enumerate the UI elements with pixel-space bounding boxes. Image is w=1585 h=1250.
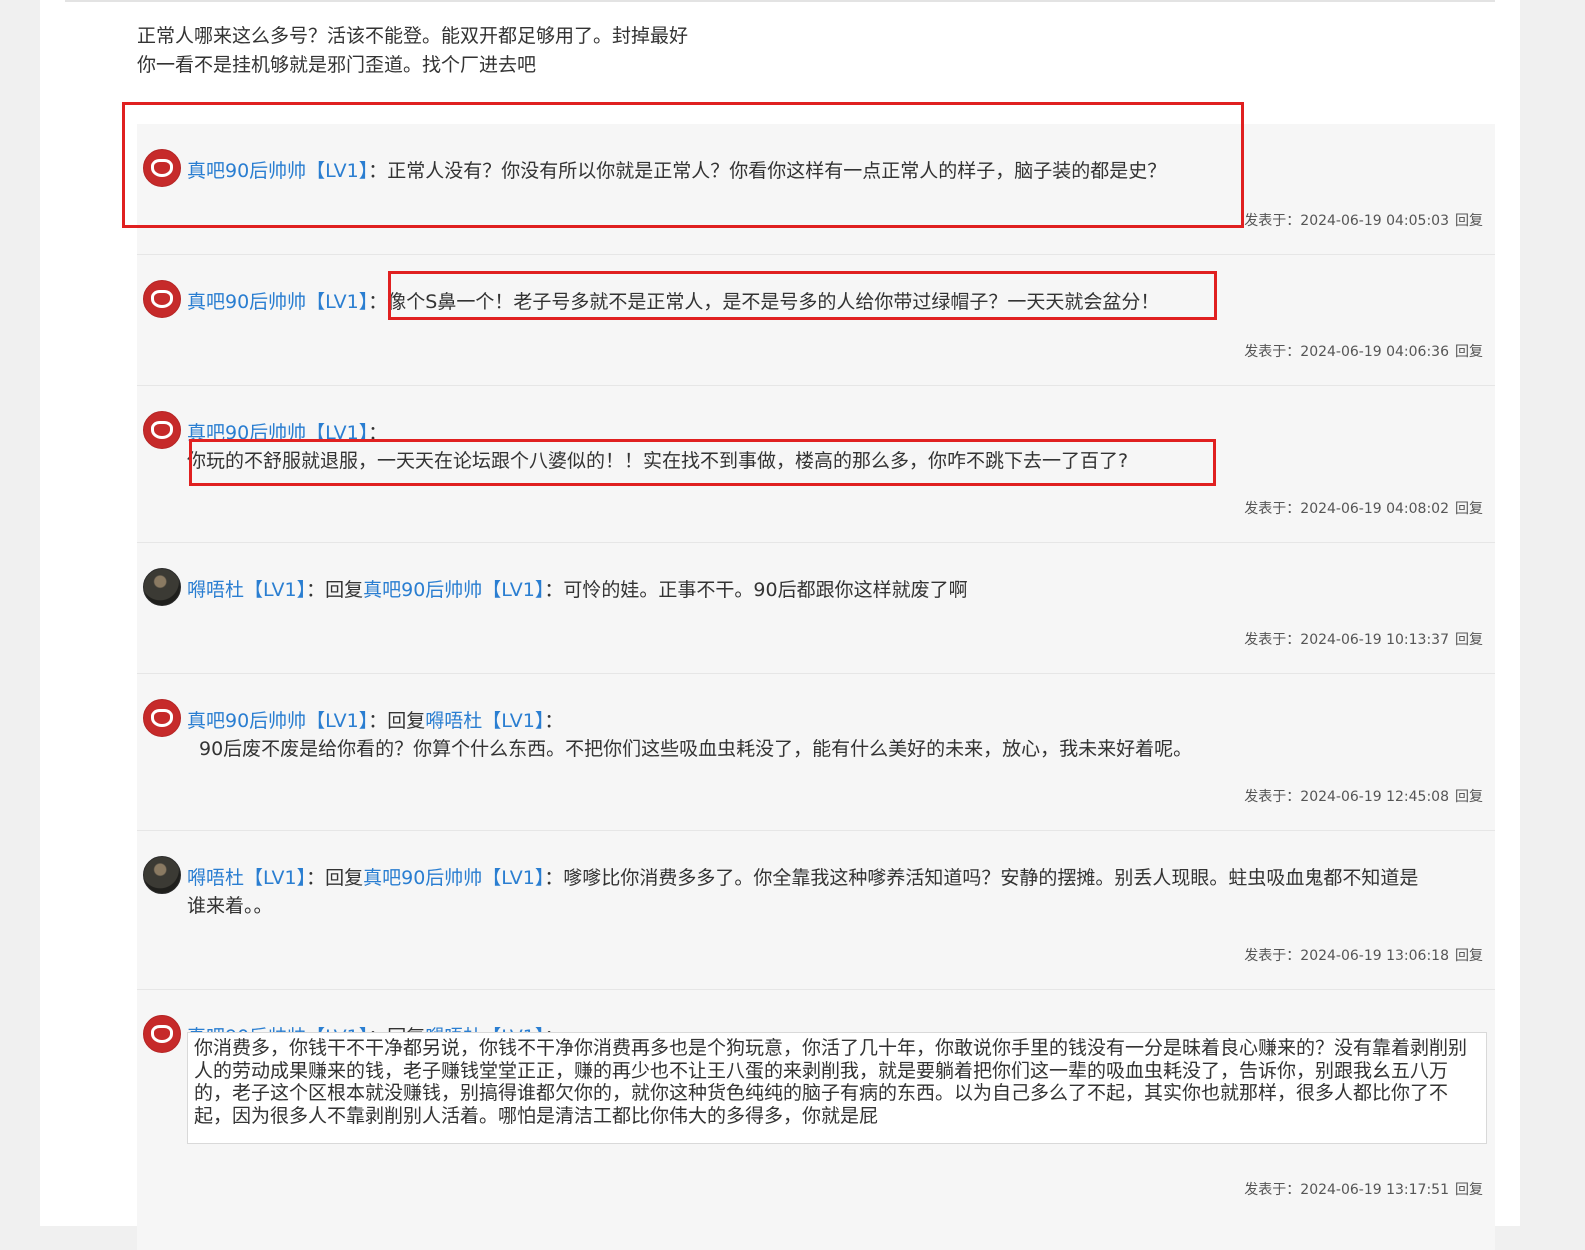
post-meta: 发表于：2024-06-19 04:05:03 回复: [1244, 210, 1483, 230]
reply-target-link[interactable]: 真吧90后帅帅【LV1】: [363, 867, 544, 889]
post-timestamp: 2024-06-19 12:45:08: [1300, 789, 1449, 805]
reply-text: 嗲嗲比你消费多多了。你全靠我这种嗲养活知道吗？安静的摆摊。别丢人现眼。蛀虫吸血鬼…: [563, 867, 1419, 889]
post-meta: 发表于：2024-06-19 12:45:08 回复: [1244, 786, 1483, 806]
posted-label: 发表于：: [1244, 1182, 1301, 1198]
reply-to-label: 回复: [387, 710, 426, 732]
reply-button[interactable]: 回复: [1455, 213, 1483, 229]
reply-target-link[interactable]: 嘚唔杜【LV1】: [425, 710, 544, 732]
posted-label: 发表于：: [1244, 632, 1301, 648]
reply-text: 正常人没有？你没有所以你就是正常人？你看你这样有一点正常人的样子，脑子装的都是史…: [387, 160, 1167, 182]
post-timestamp: 2024-06-19 04:08:02: [1300, 501, 1449, 517]
reply-item: 真吧90后帅帅【LV1】：回复嘚唔杜【LV1】： 90后废不废是给你看的？你算个…: [137, 674, 1495, 831]
post-timestamp: 2024-06-19 13:17:51: [1300, 1182, 1449, 1198]
reply-textarea[interactable]: 你消费多，你钱干不干净都另说，你钱不干净你消费再多也是个狗玩意，你活了几十年，你…: [187, 1032, 1487, 1144]
reply-item: 真吧90后帅帅【LV1】：正常人没有？你没有所以你就是正常人？你看你这样有一点正…: [137, 124, 1495, 255]
reply-text: 90后废不废是给你看的？你算个什么东西。不把你们这些吸血虫耗没了，能有什么美好的…: [199, 738, 1193, 760]
separator: ：: [368, 710, 388, 732]
post-timestamp: 2024-06-19 04:05:03: [1300, 213, 1449, 229]
reply-button[interactable]: 回复: [1455, 1182, 1483, 1198]
post-meta: 发表于：2024-06-19 04:08:02 回复: [1244, 498, 1483, 518]
quoted-post-line: 正常人哪来这么多号？活该不能登。能双开都足够用了。封掉最好: [137, 25, 689, 47]
posted-label: 发表于：: [1244, 789, 1301, 805]
avatar[interactable]: [143, 568, 181, 606]
avatar[interactable]: [143, 280, 181, 318]
reply-target-link[interactable]: 真吧90后帅帅【LV1】: [363, 579, 544, 601]
post-meta: 发表于：2024-06-19 10:13:37 回复: [1244, 629, 1483, 649]
quoted-post: 正常人哪来这么多号？活该不能登。能双开都足够用了。封掉最好 你一看不是挂机够就是…: [137, 22, 688, 80]
reply-text: 可怜的娃。正事不干。90后都跟你这样就废了啊: [563, 579, 968, 601]
reply-list: 真吧90后帅帅【LV1】：正常人没有？你没有所以你就是正常人？你看你这样有一点正…: [137, 124, 1495, 1250]
username-link[interactable]: 嘚唔杜【LV1】: [187, 867, 306, 889]
reply-to-label: 回复: [325, 579, 364, 601]
reply-button[interactable]: 回复: [1455, 344, 1483, 360]
separator: ：: [544, 710, 564, 732]
posted-label: 发表于：: [1244, 501, 1301, 517]
reply-to-label: 回复: [325, 867, 364, 889]
reply-item: 真吧90后帅帅【LV1】：回复嘚唔杜【LV1】： 你消费多，你钱干不干净都另说，…: [137, 990, 1495, 1250]
avatar[interactable]: [143, 149, 181, 187]
page-content: 正常人哪来这么多号？活该不能登。能双开都足够用了。封掉最好 你一看不是挂机够就是…: [40, 0, 1520, 1250]
post-timestamp: 2024-06-19 10:13:37: [1300, 632, 1449, 648]
post-timestamp: 2024-06-19 13:06:18: [1300, 948, 1449, 964]
posted-label: 发表于：: [1244, 948, 1301, 964]
reply-item: 嘚唔杜【LV1】：回复真吧90后帅帅【LV1】：可怜的娃。正事不干。90后都跟你…: [137, 543, 1495, 674]
username-link[interactable]: 嘚唔杜【LV1】: [187, 579, 306, 601]
username-link[interactable]: 真吧90后帅帅【LV1】: [187, 710, 368, 732]
post-meta: 发表于：2024-06-19 13:17:51 回复: [1244, 1179, 1483, 1199]
username-link[interactable]: 真吧90后帅帅【LV1】: [187, 291, 368, 313]
avatar[interactable]: [143, 699, 181, 737]
separator: ：: [368, 422, 388, 444]
posted-label: 发表于：: [1244, 344, 1301, 360]
username-link[interactable]: 真吧90后帅帅【LV1】: [187, 422, 368, 444]
post-timestamp: 2024-06-19 04:06:36: [1300, 344, 1449, 360]
quoted-post-line: 你一看不是挂机够就是邪门歪道。找个厂进去吧: [137, 54, 537, 76]
reply-text: 你玩的不舒服就退服，一天天在论坛跟个八婆似的！！实在找不到事做，楼高的那么多，你…: [187, 450, 1129, 472]
reply-text-continued: 谁来着。。: [187, 895, 273, 917]
username-link[interactable]: 真吧90后帅帅【LV1】: [187, 160, 368, 182]
reply-button[interactable]: 回复: [1455, 632, 1483, 648]
avatar[interactable]: [143, 1015, 181, 1053]
separator: ：: [306, 579, 326, 601]
reply-button[interactable]: 回复: [1455, 789, 1483, 805]
divider: [65, 0, 1495, 2]
separator: ：: [368, 291, 388, 313]
avatar[interactable]: [143, 411, 181, 449]
reply-item: 嘚唔杜【LV1】：回复真吧90后帅帅【LV1】：嗲嗲比你消费多多了。你全靠我这种…: [137, 831, 1495, 990]
separator: ：: [544, 579, 564, 601]
separator: ：: [306, 867, 326, 889]
reply-button[interactable]: 回复: [1455, 948, 1483, 964]
reply-item: 真吧90后帅帅【LV1】： 你玩的不舒服就退服，一天天在论坛跟个八婆似的！！实在…: [137, 386, 1495, 543]
avatar[interactable]: [143, 856, 181, 894]
separator: ：: [368, 160, 388, 182]
post-meta: 发表于：2024-06-19 04:06:36 回复: [1244, 341, 1483, 361]
reply-button[interactable]: 回复: [1455, 501, 1483, 517]
post-meta: 发表于：2024-06-19 13:06:18 回复: [1244, 945, 1483, 965]
reply-item: 真吧90后帅帅【LV1】：像个S鼻一个！老子号多就不是正常人，是不是号多的人给你…: [137, 255, 1495, 386]
separator: ：: [544, 867, 564, 889]
posted-label: 发表于：: [1244, 213, 1301, 229]
reply-text: 像个S鼻一个！老子号多就不是正常人，是不是号多的人给你带过绿帽子？一天天就会盆分…: [387, 291, 1160, 313]
